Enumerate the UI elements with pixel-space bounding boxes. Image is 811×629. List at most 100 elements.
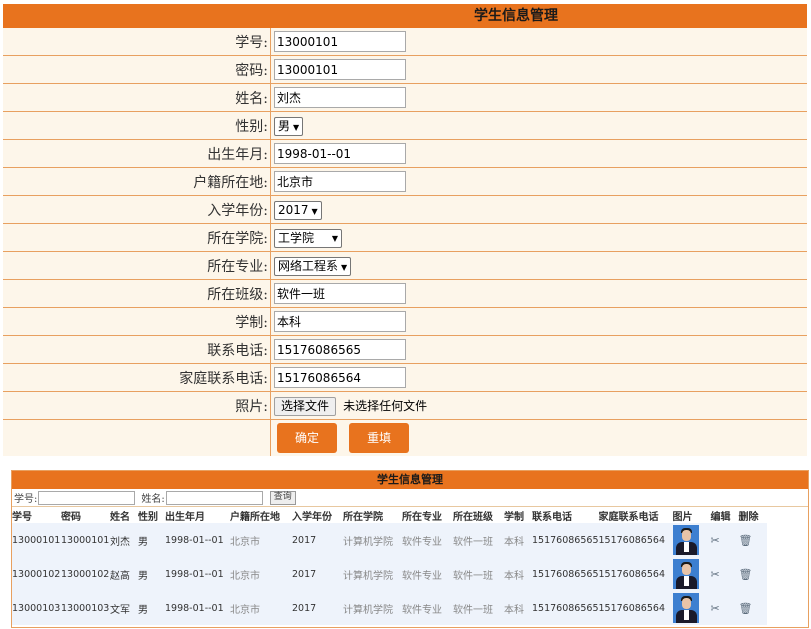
chevron-down-icon: ▼ <box>293 123 300 132</box>
tools-icon[interactable]: ✂ <box>710 523 739 557</box>
form-row-family-phone: 家庭联系电话: <box>3 363 807 392</box>
student-photo <box>672 525 699 555</box>
column-header: 编辑 <box>710 511 731 523</box>
birth-input[interactable] <box>274 143 406 165</box>
column-header: 所在专业 <box>402 511 442 523</box>
cell-name: 赵高 <box>110 557 138 591</box>
system-input[interactable] <box>274 311 406 332</box>
gender-select-value: 男 <box>278 119 291 133</box>
form-row-password: 密码: <box>3 55 807 84</box>
cell-hometown: 北京市 <box>230 591 292 625</box>
cell-class: 软件一班 <box>453 591 504 625</box>
college-label: 所在学院: <box>3 223 271 252</box>
column-header: 学号 <box>12 511 32 523</box>
student-id-label: 学号: <box>3 28 271 56</box>
hometown-input[interactable] <box>274 171 406 192</box>
tools-icon[interactable]: ✂ <box>710 557 739 591</box>
student-photo <box>672 593 699 623</box>
grid-search-bar: 学号: 姓名: 查询 <box>12 489 808 507</box>
form-row-photo: 照片: 选择文件 未选择任何文件 <box>3 391 807 420</box>
reset-button[interactable]: 重填 <box>349 423 410 453</box>
enroll-year-select-value: 2017 <box>278 203 309 217</box>
table-row: 13000101 13000101 刘杰 男 1998-01--01 北京市 2… <box>12 523 767 557</box>
chevron-down-icon: ▼ <box>311 207 318 216</box>
column-header: 所在班级 <box>453 511 493 523</box>
column-header: 学制 <box>504 511 524 523</box>
phone-input[interactable] <box>274 339 406 361</box>
student-photo <box>672 559 699 589</box>
trash-icon[interactable]: 🗑 <box>738 523 767 557</box>
hometown-label: 户籍所在地: <box>3 167 271 196</box>
cell-password: 13000101 <box>61 523 110 557</box>
form-row-enroll-year: 入学年份: 2017 ▼ <box>3 195 807 224</box>
major-select[interactable]: 网络工程系 ▼ <box>274 257 352 276</box>
search-name-label: 姓名: <box>141 494 165 505</box>
student-form: 学号: 密码: 姓名: 性别: 男▼ 出生年月: 户籍所在地: 入学年份: 20… <box>3 28 807 456</box>
name-label: 姓名: <box>3 83 271 112</box>
column-header: 入学年份 <box>292 511 332 523</box>
column-header: 图片 <box>672 511 693 523</box>
form-row-student-id: 学号: <box>3 28 807 56</box>
cell-password: 13000102 <box>61 557 110 591</box>
student-table: 学号 密码 姓名 性别 出生年月 户籍所在地 入学年份 所在学院 所在专业 所在… <box>12 507 767 625</box>
cell-hometown: 北京市 <box>230 557 292 591</box>
cell-phone: 15176086565 <box>532 591 599 625</box>
family-phone-input[interactable] <box>274 367 406 389</box>
cell-major: 软件专业 <box>402 591 453 625</box>
cell-name: 文军 <box>110 591 138 625</box>
cell-class: 软件一班 <box>453 523 504 557</box>
family-phone-label: 家庭联系电话: <box>3 363 271 392</box>
search-button[interactable]: 查询 <box>269 490 296 505</box>
form-row-phone: 联系电话: <box>3 335 807 364</box>
form-row-birth: 出生年月: <box>3 139 807 168</box>
gender-select[interactable]: 男 ▼ <box>274 117 304 136</box>
search-id-input[interactable] <box>38 490 136 505</box>
button-row-spacer <box>3 419 271 456</box>
cell-college: 计算机学院 <box>343 557 402 591</box>
student-id-input[interactable] <box>274 31 406 53</box>
form-button-row: 确定 重填 <box>3 419 807 456</box>
cell-system: 本科 <box>504 591 532 625</box>
column-header: 性别 <box>138 511 158 523</box>
column-header: 所在学院 <box>343 511 383 523</box>
cell-year: 2017 <box>292 557 343 591</box>
class-input[interactable] <box>274 283 406 304</box>
phone-label: 联系电话: <box>3 335 271 364</box>
cell-id: 13000101 <box>12 523 61 557</box>
search-name-input[interactable] <box>165 490 263 505</box>
column-header: 姓名 <box>110 511 130 523</box>
table-row: 13000102 13000102 赵高 男 1998-01--01 北京市 2… <box>12 557 767 591</box>
system-label: 学制: <box>3 307 271 336</box>
trash-icon[interactable]: 🗑 <box>738 557 767 591</box>
enroll-year-label: 入学年份: <box>3 195 271 224</box>
form-row-name: 姓名: <box>3 83 807 112</box>
column-header: 出生年月 <box>165 511 205 523</box>
cell-class: 软件一班 <box>453 557 504 591</box>
cell-phone: 15176086565 <box>532 557 599 591</box>
column-header: 联系电话 <box>532 511 572 523</box>
trash-icon[interactable]: 🗑 <box>738 591 767 625</box>
cell-gender: 男 <box>138 557 165 591</box>
grid-title: 学生信息管理 <box>12 471 808 489</box>
cell-major: 软件专业 <box>402 557 453 591</box>
form-title: 学生信息管理 <box>474 8 558 24</box>
name-input[interactable] <box>274 87 406 108</box>
cell-system: 本科 <box>504 557 532 591</box>
major-label: 所在专业: <box>3 251 271 280</box>
cell-college: 计算机学院 <box>343 591 402 625</box>
password-input[interactable] <box>274 59 406 81</box>
form-row-gender: 性别: 男 ▼ <box>3 111 807 140</box>
choose-file-button[interactable]: 选择文件 <box>274 397 337 416</box>
column-header: 户籍所在地 <box>230 511 280 523</box>
photo-label: 照片: <box>3 391 271 420</box>
college-select[interactable]: 工学院 ▼ <box>274 229 342 248</box>
cell-family-phone: 15176086564 <box>598 557 673 591</box>
column-header: 家庭联系电话 <box>598 511 659 523</box>
column-header: 删除 <box>738 511 759 523</box>
confirm-button[interactable]: 确定 <box>277 423 337 453</box>
cell-family-phone: 15176086564 <box>598 591 673 625</box>
cell-id: 13000103 <box>12 591 61 625</box>
enroll-year-select[interactable]: 2017 ▼ <box>274 201 322 220</box>
cell-photo <box>672 557 711 591</box>
tools-icon[interactable]: ✂ <box>710 591 739 625</box>
